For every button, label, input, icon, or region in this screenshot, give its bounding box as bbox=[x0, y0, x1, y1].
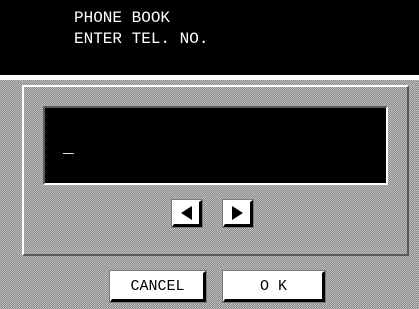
phone-number-input[interactable]: _ bbox=[43, 106, 388, 185]
input-cursor: _ bbox=[63, 138, 74, 158]
ok-button[interactable]: O K bbox=[222, 270, 326, 303]
ok-button-label: O K bbox=[259, 277, 287, 295]
left-triangle-icon bbox=[181, 206, 192, 220]
cursor-left-button[interactable] bbox=[171, 199, 203, 228]
cancel-button-label: CANCEL bbox=[130, 277, 185, 295]
title-bar: PHONE BOOK ENTER TEL. NO. bbox=[0, 0, 419, 75]
screen-instruction: ENTER TEL. NO. bbox=[74, 30, 209, 48]
cancel-button[interactable]: CANCEL bbox=[109, 270, 207, 303]
screen-title: PHONE BOOK bbox=[74, 9, 171, 27]
cursor-right-button[interactable] bbox=[222, 199, 254, 228]
right-triangle-icon bbox=[232, 206, 243, 220]
